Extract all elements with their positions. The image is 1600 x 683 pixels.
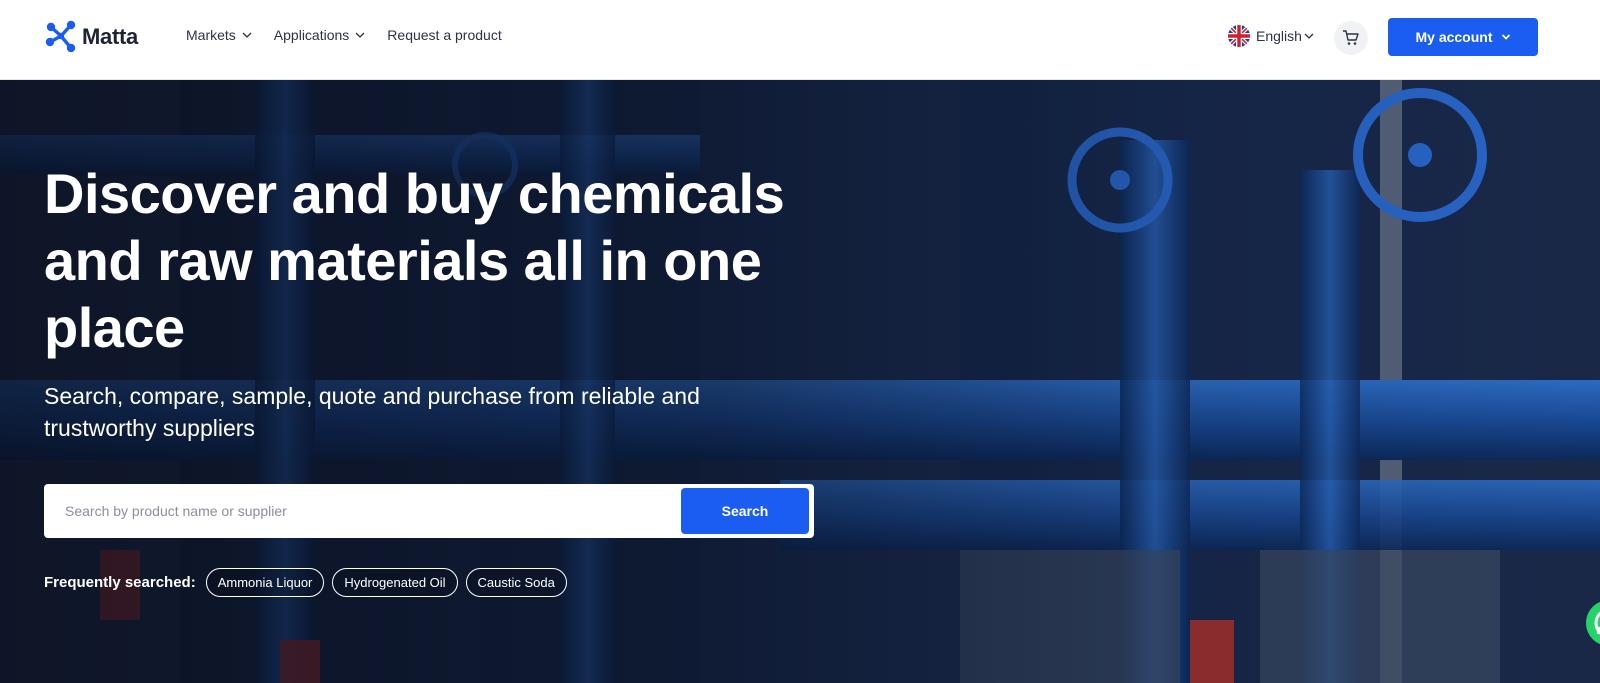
- nav-item-markets[interactable]: Markets: [186, 27, 252, 43]
- chevron-down-icon: [242, 32, 252, 38]
- nav-item-label: Request a product: [387, 27, 502, 43]
- hero-section: Discover and buy chemicals and raw mater…: [0, 80, 1600, 683]
- search-input[interactable]: [44, 484, 664, 538]
- nav-item-request-product[interactable]: Request a product: [387, 27, 501, 43]
- matta-logo-icon: [45, 20, 76, 53]
- search-bar: Search: [44, 484, 814, 538]
- hero-subtitle: Search, compare, sample, quote and purch…: [44, 383, 700, 441]
- nav-item-applications[interactable]: Applications: [274, 27, 366, 43]
- my-account-label: My account: [1415, 29, 1493, 45]
- chevron-down-icon: [1304, 33, 1314, 39]
- main-nav: Markets Applications Request a product: [186, 27, 502, 43]
- nav-item-label: Markets: [186, 27, 236, 43]
- cart-button[interactable]: [1334, 21, 1368, 55]
- search-chip-ammonia-liquor[interactable]: Ammonia Liquor: [205, 568, 325, 597]
- nav-item-label: Applications: [273, 27, 350, 43]
- brand-name: Matta: [82, 24, 138, 49]
- chevron-down-icon: [1501, 34, 1510, 40]
- search-button[interactable]: Search: [681, 488, 809, 534]
- uk-flag-icon: [1228, 25, 1250, 47]
- site-header: Matta Markets Applications Request a pro…: [0, 0, 1600, 80]
- whatsapp-icon: [1594, 611, 1600, 635]
- language-selector[interactable]: English: [1228, 25, 1314, 47]
- whatsapp-chat-button[interactable]: [1586, 600, 1600, 646]
- search-chip-hydrogenated-oil[interactable]: Hydrogenated Oil: [332, 568, 458, 597]
- cart-icon: [1343, 30, 1359, 45]
- hero-title: Discover and buy chemicals and raw mater…: [44, 162, 785, 359]
- search-chip-caustic-soda[interactable]: Caustic Soda: [465, 568, 567, 597]
- language-label: English: [1256, 28, 1302, 44]
- frequently-searched-label: Frequently searched:: [44, 574, 196, 591]
- my-account-button[interactable]: My account: [1388, 18, 1538, 56]
- matta-logo[interactable]: Matta: [44, 20, 138, 54]
- frequently-searched: Frequently searched: Ammonia Liquor Hydr…: [44, 568, 567, 597]
- chevron-down-icon: [355, 32, 365, 38]
